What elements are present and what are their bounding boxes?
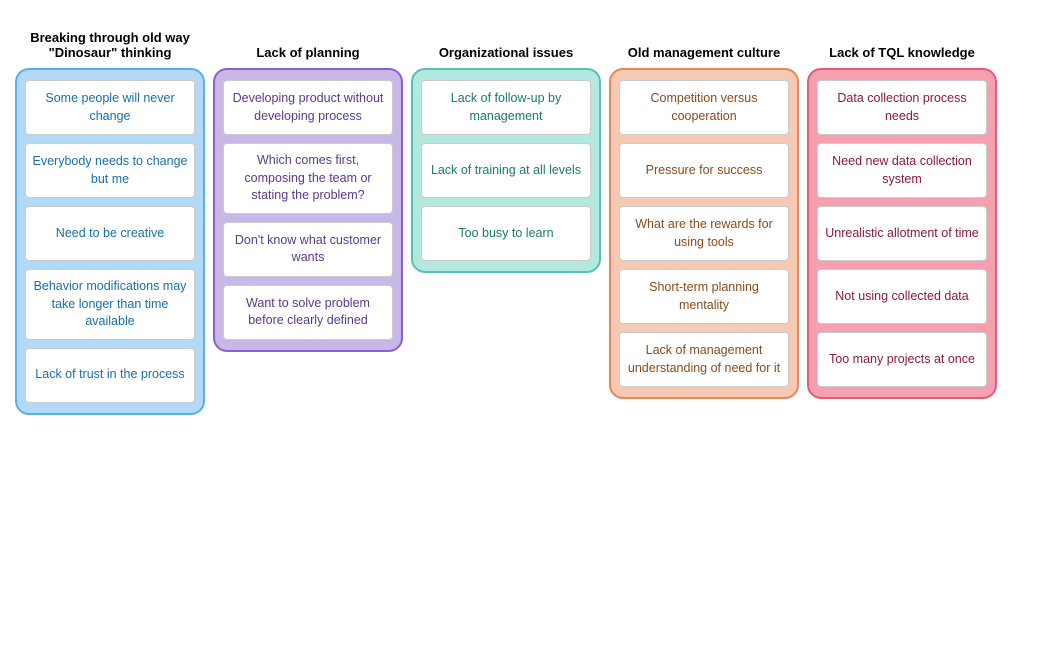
card-1-2: Don't know what customer wants (223, 222, 393, 277)
card-3-4: Lack of management understanding of need… (619, 332, 789, 387)
card-3-3: Short-term planning mentality (619, 269, 789, 324)
card-1-3: Want to solve problem before clearly def… (223, 285, 393, 340)
card-0-0: Some people will never change (25, 80, 195, 135)
column-header-3: Old management culture (624, 15, 784, 60)
card-2-1: Lack of training at all levels (421, 143, 591, 198)
column-col-purple: Lack of planning Developing product witho… (213, 15, 403, 352)
column-header-2: Organizational issues (435, 15, 577, 60)
column-col-peach: Old management culture Competition versus… (609, 15, 799, 399)
column-body-4: Data collection process needs Need new da… (807, 68, 997, 399)
card-3-1: Pressure for success (619, 143, 789, 198)
card-4-2: Unrealistic allotment of time (817, 206, 987, 261)
column-header-0: Breaking through old way "Dinosaur" thin… (15, 15, 205, 60)
column-header-1: Lack of planning (252, 15, 363, 60)
column-body-2: Lack of follow-up by management Lack of t… (411, 68, 601, 273)
card-3-2: What are the rewards for using tools (619, 206, 789, 261)
column-col-pink: Lack of TQL knowledge Data collection pro… (807, 15, 997, 399)
board: Breaking through old way "Dinosaur" thin… (10, 10, 1039, 420)
column-col-teal: Organizational issues Lack of follow-up b… (411, 15, 601, 273)
column-body-3: Competition versus cooperation Pressure f… (609, 68, 799, 399)
card-3-0: Competition versus cooperation (619, 80, 789, 135)
card-4-1: Need new data collection system (817, 143, 987, 198)
card-0-4: Lack of trust in the process (25, 348, 195, 403)
card-4-3: Not using collected data (817, 269, 987, 324)
card-4-4: Too many projects at once (817, 332, 987, 387)
card-0-1: Everybody needs to change but me (25, 143, 195, 198)
card-0-2: Need to be creative (25, 206, 195, 261)
card-1-0: Developing product without developing pr… (223, 80, 393, 135)
card-2-2: Too busy to learn (421, 206, 591, 261)
column-body-0: Some people will never change Everybody n… (15, 68, 205, 415)
card-2-0: Lack of follow-up by management (421, 80, 591, 135)
card-0-3: Behavior modifications may take longer t… (25, 269, 195, 340)
column-body-1: Developing product without developing pr… (213, 68, 403, 352)
column-col-blue: Breaking through old way "Dinosaur" thin… (15, 15, 205, 415)
column-header-4: Lack of TQL knowledge (825, 15, 979, 60)
card-4-0: Data collection process needs (817, 80, 987, 135)
card-1-1: Which comes first, composing the team or… (223, 143, 393, 214)
